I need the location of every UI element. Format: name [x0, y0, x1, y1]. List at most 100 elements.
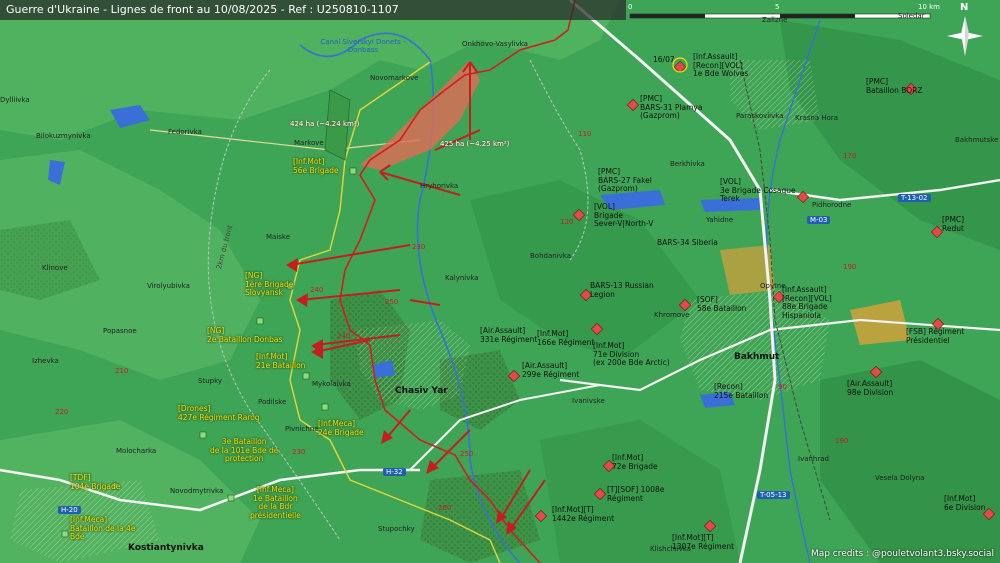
ru-unit-date: 16/07: [653, 55, 675, 64]
ua-unit-label: [Inf.Meca] Bataillon de la 4e Bde: [70, 515, 136, 541]
ru-unit-label: [VOL] 3e Brigade Cosaque Terek: [720, 177, 796, 203]
ru-unit-label: [SOF] 58e Bataillon: [697, 295, 747, 313]
ru-unit-label: [Air.Assault] 331e Régiment: [480, 326, 538, 344]
ua-unit-label: [NG] 1ère Brigade Slovyansk: [245, 271, 294, 297]
map-credits: Map credits : @pouletvolant3.bsky.social: [810, 549, 994, 559]
elevation-label: 190: [843, 263, 857, 271]
ru-unit-label: [Air.Assault] 299e Régiment: [522, 361, 580, 379]
place-label: Soledar: [898, 12, 925, 20]
place-label: Berkhivka: [670, 160, 705, 168]
place-label: Molocharka: [116, 447, 157, 455]
place-label: Pivnichne: [285, 425, 319, 433]
ru-unit-label: [Inf.Mot] 72e Brigade: [612, 453, 658, 471]
road-shield-t1302: T-13-02: [898, 194, 931, 202]
elevation-label: 120: [560, 218, 574, 226]
ua-unit-label: [Inf.Meca] 24e Brigade: [318, 419, 364, 437]
ru-unit-label: [PMC] Bataillon BORZ: [866, 77, 923, 95]
front-line-map[interactable]: Guerre d'Ukraine - Lignes de front au 10…: [0, 0, 1000, 563]
ru-unit-label: [Inf.Mot] 71e Division (ex 200e Bde Arct…: [593, 341, 670, 367]
place-label: Ivanhrad: [798, 455, 829, 463]
place-label: Pidhorodne: [812, 201, 852, 209]
ua-unit-label: [Drones] 427e Régiment Rarog: [178, 404, 260, 422]
ru-unit-label: [FSB] Régiment Présidentiel: [906, 327, 965, 345]
place-label: Vesela Dolyna: [875, 474, 925, 482]
area-west-label: 424 ha (~4.24 km²): [290, 120, 360, 128]
elevation-label: 230: [292, 448, 306, 456]
scale-label-5: 5: [775, 3, 780, 11]
compass-n-label: N: [960, 2, 969, 13]
ru-unit-label: [VOL] Brigade Sever-V|North-V: [594, 202, 654, 228]
ua-unit-label: [Inf.Mot] 21e Bataillon: [256, 352, 306, 370]
ua-unit-label: [Inf.Mot] 56e Brigade: [293, 157, 339, 175]
ru-unit-label: [Inf.Assault] [Recon][VOL] 88e Brigade H…: [782, 285, 832, 320]
ua-unit-label: [NG] 2e Bataillon Donbas: [207, 326, 283, 344]
place-label: Onkhovo-Vasylivka: [462, 40, 528, 48]
elevation-label: 220: [55, 408, 69, 416]
place-label: Zalizne: [762, 16, 788, 24]
place-label: Markove: [294, 139, 324, 147]
canal-label: Canal Siverskyi Donets - Donbass: [320, 38, 406, 54]
elevation-label: 190: [835, 437, 849, 445]
place-label: Krasna Hora: [795, 114, 839, 122]
place-label: Ivanivske: [572, 397, 605, 405]
area-east-label: 425 ha (~4.25 km²): [440, 140, 510, 148]
ru-unit-label: [Air.Assault] 98e Division: [847, 379, 894, 397]
ru-unit-label: [Inf.Assault] [Recon][VOL] 1e Bde Wolves: [693, 52, 749, 78]
north-arrow-icon: N: [944, 2, 986, 60]
place-label: Izhevka: [32, 357, 59, 365]
place-label: Yahidne: [706, 216, 734, 224]
scale-label-10: 10 km: [918, 3, 941, 11]
ru-unit-label: [PMC] BARS-27 Fakel (Gazprom): [598, 167, 652, 193]
ru-unit-label: BARS-13 Russian Legion: [590, 281, 654, 299]
ru-unit-label: [Inf.Mot] 6e Division: [944, 494, 986, 512]
elevation-label: 90: [778, 383, 787, 391]
ru-unit-label: [PMC] Redut: [942, 215, 965, 233]
elevation-label: 240: [337, 332, 351, 340]
place-label: Paraskoviivka: [736, 112, 784, 120]
place-label: Kalynivka: [445, 274, 479, 282]
elevation-label: 250: [460, 450, 474, 458]
place-label: Virolyubivka: [147, 282, 190, 290]
scale-label-0: 0: [628, 3, 633, 11]
ru-unit-label: [Inf.Mot] 166e Régiment: [537, 329, 595, 347]
town-chasiv-yar: Chasiv Yar: [395, 386, 448, 396]
place-label: Podilske: [258, 398, 287, 406]
ru-unit-label: [Recon] 215e Bataillon: [714, 382, 769, 400]
town-bakhmut: Bakhmut: [734, 352, 780, 362]
place-label: Dylliivka: [0, 96, 30, 104]
place-label: Klinove: [42, 264, 68, 272]
ua-unit-label: [TDF] 104e Brigade: [70, 473, 121, 491]
ru-unit-label: [PMC] BARS-31 Plamya (Gazprom): [640, 94, 703, 120]
elevation-label: 210: [115, 367, 129, 375]
town-kostiantynivka: Kostiantynivka: [128, 543, 204, 553]
road-shield-h32: H-32: [383, 468, 406, 476]
place-label: Fedorivka: [168, 128, 202, 136]
road-shield-t0513: T-05-13: [757, 491, 790, 499]
place-label: Hryhorivka: [420, 182, 459, 190]
place-label: Stupochky: [378, 525, 415, 533]
ua-unit-label: [Inf.Meca] 1e Bataillon de la Bdr présid…: [250, 485, 301, 520]
ru-unit-label: [T][SOF] 1008e Régiment: [607, 485, 665, 503]
place-label: Bohdanivka: [530, 252, 571, 260]
elevation-label: 230: [412, 243, 426, 251]
place-label: Khromove: [654, 311, 690, 319]
road-shield-h20: H-20: [58, 506, 81, 514]
elevation-label: 260: [438, 504, 452, 512]
elevation-label: 240: [310, 286, 324, 294]
elevation-label: 170: [843, 152, 857, 160]
elevation-label: 110: [578, 130, 592, 138]
map-title: Guerre d'Ukraine - Lignes de front au 10…: [0, 0, 626, 20]
place-label: Popasnoe: [103, 327, 137, 335]
place-label: Novodmytrivka: [170, 487, 224, 495]
ru-unit-label: [Inf.Mot][T] 1442e Régiment: [552, 505, 615, 523]
place-label: Bilokuzmynivka: [36, 132, 91, 140]
place-label: Bakhmutske: [955, 136, 999, 144]
road-shield-m03: M-03: [807, 216, 831, 224]
place-label: Stupky: [198, 377, 223, 385]
ua-unit-label: 3e Bataillon de la 101e Bde de protectio…: [210, 437, 279, 463]
ru-unit-label: [Inf.Mot][T] 1307e Régiment: [672, 533, 735, 551]
place-label: Novomarkove: [370, 74, 419, 82]
place-label: Mykolaivka: [312, 380, 351, 388]
ru-unit-label: BARS-34 Siberia: [657, 238, 718, 247]
elevation-label: 250: [385, 298, 399, 306]
